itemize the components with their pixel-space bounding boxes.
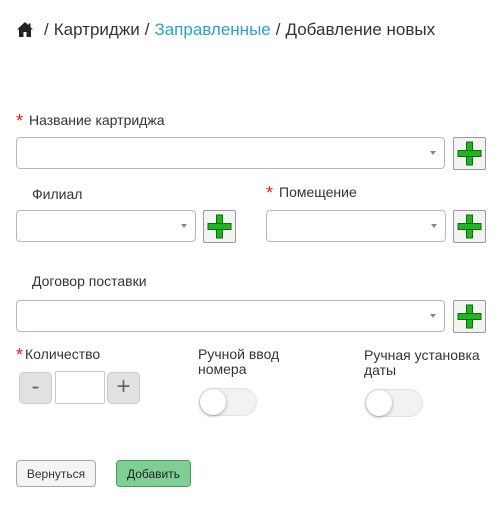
room-select[interactable]: [266, 210, 446, 242]
quantity-decrement-button[interactable]: -: [19, 372, 52, 404]
chevron-down-icon: [181, 224, 187, 228]
breadcrumb-item-cartridges[interactable]: Картриджи: [54, 20, 140, 40]
add-cartridge-name-button[interactable]: [453, 137, 486, 170]
branch-select[interactable]: [16, 210, 196, 242]
quantity-label: * Количество: [16, 345, 101, 365]
contract-select[interactable]: [16, 300, 445, 332]
manual-number-toggle[interactable]: [199, 388, 257, 416]
add-contract-button[interactable]: [453, 300, 486, 333]
room-label: * Помещение: [266, 183, 357, 203]
required-mark: *: [16, 111, 24, 131]
toggle-knob: [366, 390, 392, 416]
plus-icon: [207, 214, 232, 239]
breadcrumb-item-current: Добавление новых: [285, 20, 436, 39]
cartridge-name-select[interactable]: [16, 137, 445, 169]
breadcrumb-separator: /: [44, 20, 49, 39]
quantity-input[interactable]: [55, 371, 105, 404]
chevron-down-icon: [430, 151, 436, 155]
contract-label: Договор поставки: [32, 273, 147, 289]
manual-date-label: Ручная установка даты: [364, 347, 480, 378]
branch-label: Филиал: [32, 186, 83, 202]
breadcrumb-separator: /: [275, 20, 281, 39]
add-button[interactable]: Добавить: [116, 460, 191, 487]
required-mark: *: [16, 345, 24, 365]
manual-date-toggle[interactable]: [365, 389, 423, 417]
cartridge-name-label: * Название картриджа: [16, 111, 165, 131]
room-label-text: Помещение: [279, 184, 357, 200]
breadcrumb-separator: /: [144, 20, 150, 39]
breadcrumb-item-refilled[interactable]: Заправленные: [154, 20, 270, 40]
breadcrumb: / Картриджи / Заправленные / Добавление …: [16, 19, 435, 41]
quantity-increment-button[interactable]: +: [107, 372, 140, 404]
plus-icon: [457, 214, 482, 239]
cartridge-name-label-text: Название картриджа: [29, 112, 165, 128]
back-button[interactable]: Вернуться: [16, 460, 96, 487]
add-room-button[interactable]: [453, 210, 486, 243]
add-branch-button[interactable]: [203, 210, 236, 243]
chevron-down-icon: [430, 314, 436, 318]
plus-icon: [457, 141, 482, 166]
plus-icon: [457, 304, 482, 329]
chevron-down-icon: [431, 224, 437, 228]
quantity-label-text: Количество: [25, 346, 101, 362]
manual-number-label: Ручной ввод номера: [198, 346, 280, 377]
home-icon[interactable]: [16, 21, 34, 39]
toggle-knob: [200, 389, 226, 415]
required-mark: *: [266, 183, 274, 203]
